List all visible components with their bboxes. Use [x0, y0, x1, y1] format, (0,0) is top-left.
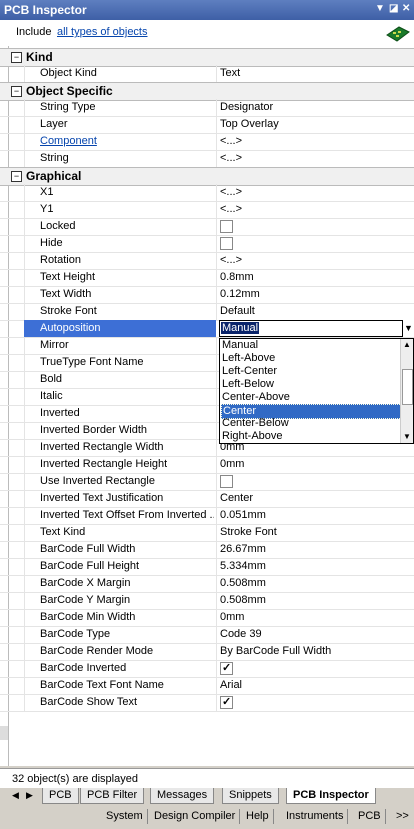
design-compiler-button[interactable]: Design Compiler — [150, 809, 241, 824]
tab-scroll-right-icon[interactable]: ▶ — [26, 790, 33, 801]
property-grid: − Kind Object Kind Text − Object Specific… — [0, 46, 414, 766]
row-layer[interactable]: Layer Top Overlay — [0, 116, 414, 134]
dropdown-option[interactable]: Manual — [221, 339, 402, 352]
instruments-button[interactable]: Instruments — [282, 809, 349, 824]
all-types-link[interactable]: all types of objects — [57, 26, 148, 38]
tab-pcb[interactable]: PCB — [42, 788, 79, 804]
locked-checkbox[interactable] — [220, 220, 233, 233]
row-inverted-rect-height[interactable]: Inverted Rectangle Height 0mm — [0, 456, 414, 474]
row-text-width[interactable]: Text Width 0.12mm — [0, 286, 414, 304]
panel-titlebar: PCB Inspector ▼ ◪ ✕ — [0, 0, 414, 20]
dropdown-option[interactable]: Right-Above — [221, 430, 402, 443]
pcb-board-icon — [386, 26, 410, 42]
row-barcode-full-height[interactable]: BarCode Full Height 5.334mm — [0, 558, 414, 576]
panel-title: PCB Inspector — [4, 3, 87, 17]
tab-messages[interactable]: Messages — [150, 788, 215, 804]
collapse-icon[interactable]: − — [11, 52, 22, 63]
pin-icon[interactable]: ◪ — [389, 3, 398, 14]
row-barcode-inverted[interactable]: BarCode Inverted ✓ — [0, 660, 414, 678]
row-inverted-text-justification[interactable]: Inverted Text Justification Center — [0, 490, 414, 508]
row-barcode-min-width[interactable]: BarCode Min Width 0mm — [0, 609, 414, 627]
help-button[interactable]: Help — [242, 809, 274, 824]
chevron-down-icon[interactable]: ▼ — [375, 3, 385, 14]
row-string[interactable]: String <...> — [0, 150, 414, 168]
row-barcode-full-width[interactable]: BarCode Full Width 26.67mm — [0, 541, 414, 559]
bottom-panel-bar: System Design Compiler Help Instruments … — [0, 805, 414, 829]
left-edge-strip — [0, 726, 8, 740]
panel-tabs: ◀ ▶ PCB PCB Filter Messages Snippets PCB… — [0, 788, 414, 806]
row-text-kind[interactable]: Text Kind Stroke Font — [0, 524, 414, 542]
status-text: 32 object(s) are displayed — [12, 773, 138, 785]
row-hide[interactable]: Hide — [0, 235, 414, 253]
tab-scroll-left-icon[interactable]: ◀ — [12, 790, 19, 801]
scroll-up-icon[interactable]: ▲ — [401, 339, 413, 351]
close-icon[interactable]: ✕ — [402, 3, 410, 14]
tab-pcb-filter[interactable]: PCB Filter — [80, 788, 145, 804]
row-autoposition[interactable]: Autoposition Manual ▼ — [0, 320, 414, 338]
barcode-inverted-checkbox[interactable]: ✓ — [220, 662, 233, 675]
row-use-inverted-rect[interactable]: Use Inverted Rectangle — [0, 473, 414, 491]
include-label: Include — [16, 26, 52, 38]
autoposition-dropdown-list[interactable]: Manual Left-Above Left-Center Left-Below… — [219, 338, 414, 444]
dropdown-option[interactable]: Center-Below — [221, 417, 402, 430]
row-locked[interactable]: Locked — [0, 218, 414, 236]
pcb-button[interactable]: PCB — [354, 809, 386, 824]
row-stroke-font[interactable]: Stroke Font Default — [0, 303, 414, 321]
more-button[interactable]: >> — [392, 809, 413, 824]
autoposition-select[interactable]: Manual — [219, 320, 403, 337]
dropdown-option[interactable]: Left-Center — [221, 365, 402, 378]
barcode-show-text-checkbox[interactable]: ✓ — [220, 696, 233, 709]
row-barcode-text-font[interactable]: BarCode Text Font Name Arial — [0, 677, 414, 695]
row-barcode-show-text[interactable]: BarCode Show Text ✓ — [0, 694, 414, 712]
include-bar: Include all types of objects — [0, 20, 414, 47]
collapse-icon[interactable]: − — [11, 171, 22, 182]
dropdown-option[interactable]: Center-Above — [221, 391, 402, 404]
system-button[interactable]: System — [102, 809, 148, 824]
row-component[interactable]: Component <...> — [0, 133, 414, 151]
use-inverted-rect-checkbox[interactable] — [220, 475, 233, 488]
status-bar: 32 object(s) are displayed — [0, 768, 414, 789]
row-barcode-y-margin[interactable]: BarCode Y Margin 0.508mm — [0, 592, 414, 610]
collapse-icon[interactable]: − — [11, 86, 22, 97]
dropdown-scrollbar[interactable]: ▲ ▼ — [400, 339, 413, 443]
chevron-down-icon[interactable]: ▼ — [403, 320, 414, 337]
component-link[interactable]: Component — [40, 135, 97, 147]
hide-checkbox[interactable] — [220, 237, 233, 250]
row-rotation[interactable]: Rotation <...> — [0, 252, 414, 270]
row-y1[interactable]: Y1 <...> — [0, 201, 414, 219]
dropdown-option[interactable]: Left-Below — [221, 378, 402, 391]
tab-snippets[interactable]: Snippets — [222, 788, 279, 804]
row-object-kind[interactable]: Object Kind Text — [0, 65, 414, 83]
row-text-height[interactable]: Text Height 0.8mm — [0, 269, 414, 287]
scroll-down-icon[interactable]: ▼ — [401, 431, 413, 443]
row-x1[interactable]: X1 <...> — [0, 184, 414, 202]
row-string-type[interactable]: String Type Designator — [0, 99, 414, 117]
dropdown-option[interactable]: Left-Above — [221, 352, 402, 365]
row-barcode-type[interactable]: BarCode Type Code 39 — [0, 626, 414, 644]
row-barcode-x-margin[interactable]: BarCode X Margin 0.508mm — [0, 575, 414, 593]
row-inverted-text-offset[interactable]: Inverted Text Offset From Inverted ... 0.… — [0, 507, 414, 525]
tab-pcb-inspector[interactable]: PCB Inspector — [286, 788, 376, 804]
row-barcode-render-mode[interactable]: BarCode Render Mode By BarCode Full Width — [0, 643, 414, 661]
checkmark-icon: ✓ — [222, 696, 232, 708]
scroll-thumb[interactable] — [402, 369, 413, 405]
checkmark-icon: ✓ — [222, 662, 232, 674]
